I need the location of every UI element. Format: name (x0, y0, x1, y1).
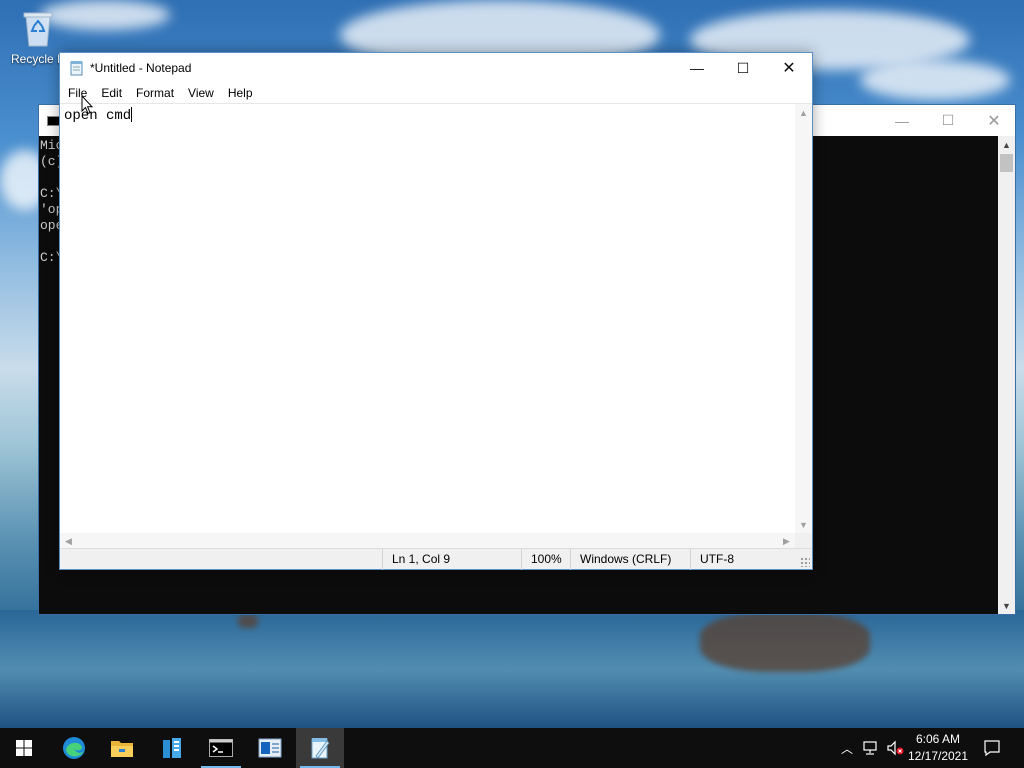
taskbar-edge-button[interactable] (50, 728, 98, 768)
clock-date: 12/17/2021 (907, 749, 969, 763)
status-zoom: 100% (521, 549, 562, 570)
menu-bar: File Edit Format View Help (60, 83, 812, 103)
server-manager-icon (163, 738, 181, 758)
scroll-up-arrow-icon[interactable]: ▲ (795, 104, 812, 121)
taskbar-cmd-button[interactable] (197, 728, 245, 768)
notepad-icon (311, 738, 330, 759)
taskbar-server-manager-button[interactable] (148, 728, 196, 768)
cmd-scroll-thumb[interactable] (1000, 154, 1013, 172)
network-icon (863, 741, 877, 755)
scroll-down-arrow-icon[interactable]: ▼ (998, 597, 1015, 614)
show-hidden-icons-button[interactable]: ︿ (836, 728, 858, 768)
menu-help[interactable]: Help (223, 86, 258, 100)
system-clock[interactable]: 6:06 AM 12/17/2021 (902, 731, 974, 765)
resize-grip[interactable] (800, 557, 810, 567)
cmd-maximize-button[interactable]: ☐ (925, 105, 971, 136)
notepad-title: *Untitled - Notepad (90, 61, 192, 75)
cmd-close-button[interactable]: ✕ (971, 105, 1017, 136)
status-encoding: UTF-8 (690, 549, 734, 570)
notepad-app-icon (70, 60, 84, 76)
start-button[interactable] (0, 728, 48, 768)
editor-text: open cmd (64, 108, 132, 124)
status-line-ending: Windows (CRLF) (570, 549, 671, 570)
text-caret (131, 107, 133, 122)
menu-edit[interactable]: Edit (96, 86, 127, 100)
network-status-button[interactable] (860, 728, 882, 768)
status-cursor-position: Ln 1, Col 9 (382, 549, 450, 570)
menu-format[interactable]: Format (131, 86, 179, 100)
notepad-window[interactable]: *Untitled - Notepad — ☐ ✕ File Edit Form… (59, 52, 813, 570)
recycle-bin-icon (21, 8, 55, 48)
minimize-button[interactable]: — (674, 53, 720, 83)
close-button[interactable]: ✕ (766, 53, 812, 83)
action-center-button[interactable] (978, 728, 1006, 768)
edge-icon (63, 737, 85, 759)
menu-view[interactable]: View (183, 86, 219, 100)
windows-start-icon (16, 740, 32, 756)
status-bar: Ln 1, Col 9 100% Windows (CRLF) UTF-8 (60, 548, 812, 570)
chevron-up-icon: ︿ (840, 741, 853, 756)
notification-icon (984, 740, 1000, 757)
clock-time: 6:06 AM (915, 732, 961, 746)
cmd-icon (209, 739, 233, 757)
taskbar-notepad-button[interactable] (296, 728, 344, 768)
cmd-scrollbar[interactable]: ▲ ▼ (998, 136, 1015, 614)
maximize-button[interactable]: ☐ (720, 53, 766, 83)
outlook-icon (258, 738, 282, 758)
text-editor-area[interactable]: open cmd ▲ ▼ ◀ ▶ (60, 103, 812, 550)
scroll-down-arrow-icon[interactable]: ▼ (795, 516, 812, 533)
scroll-up-arrow-icon[interactable]: ▲ (998, 136, 1015, 153)
vertical-scrollbar[interactable]: ▲ ▼ (795, 104, 812, 533)
taskbar-outlook-button[interactable] (246, 728, 294, 768)
cmd-minimize-button[interactable]: — (879, 105, 925, 136)
taskbar-file-explorer-button[interactable] (98, 728, 146, 768)
file-explorer-icon (111, 741, 133, 757)
taskbar: ︿ 6:06 AM 12/17/2021 (0, 728, 1024, 768)
notepad-title-bar[interactable]: *Untitled - Notepad — ☐ ✕ (60, 53, 812, 83)
